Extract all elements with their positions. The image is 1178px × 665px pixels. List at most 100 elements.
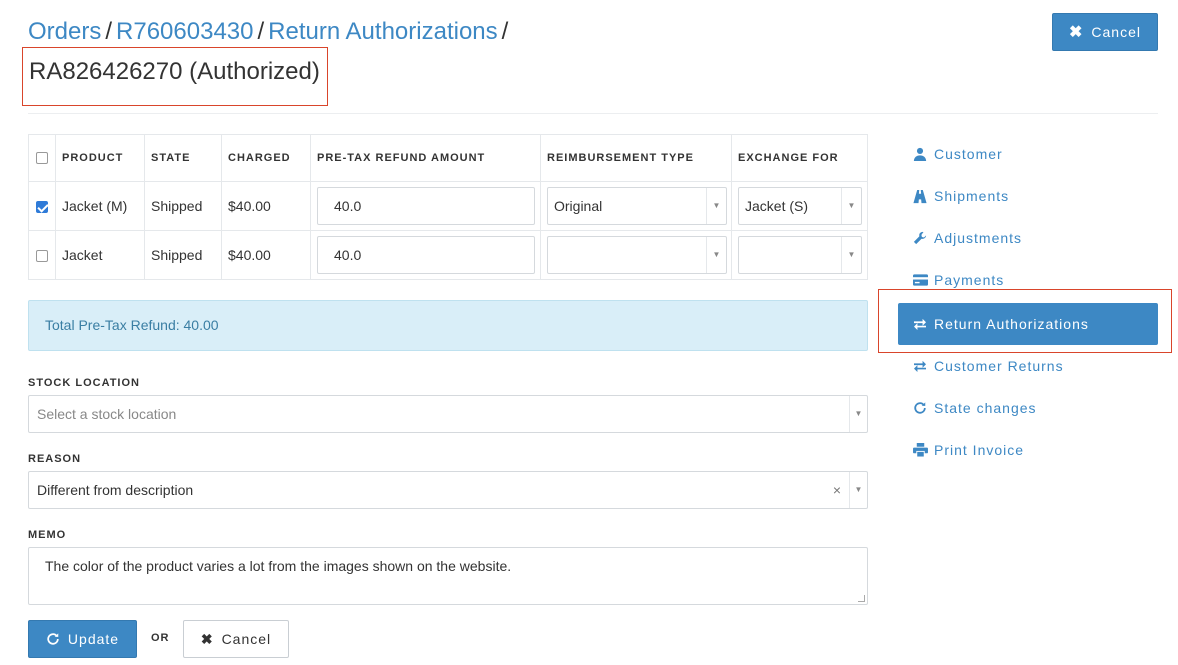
total-refund-alert: Total Pre-Tax Refund: 40.00	[28, 300, 868, 351]
sidebar-item-label: Return Authorizations	[934, 316, 1089, 332]
sidebar-item-label: Adjustments	[934, 230, 1023, 246]
refresh-icon	[912, 401, 928, 415]
page-title: RA826426270 (Authorized)	[29, 58, 320, 85]
state-cell: Shipped	[144, 181, 222, 231]
sidebar-item-label: Customer Returns	[934, 358, 1064, 374]
select-all-checkbox[interactable]	[36, 152, 48, 165]
header-divider	[28, 113, 1158, 114]
row-select-cell	[28, 230, 56, 280]
col-refund-amount: PRE-TAX REFUND AMOUNT	[310, 134, 541, 182]
reimbursement-type-select[interactable]: Original ▼	[547, 187, 727, 225]
credit-card-icon	[912, 274, 928, 286]
refund-cell: 40.0	[310, 230, 541, 280]
sidebar-item-label: Payments	[934, 272, 1005, 288]
reason-value: Different from description	[37, 482, 194, 498]
col-product: PRODUCT	[55, 134, 145, 182]
order-sidebar-nav: Customer Shipments Adjustments Payments …	[898, 133, 1158, 471]
chevron-down-icon: ▼	[706, 188, 726, 224]
refund-amount-input[interactable]: 40.0	[317, 236, 535, 274]
sidebar-item-label: Print Invoice	[934, 442, 1025, 458]
charged-cell: $40.00	[221, 181, 311, 231]
sidebar-item-return-authorizations[interactable]: Return Authorizations	[898, 303, 1158, 345]
clear-icon[interactable]: ×	[833, 472, 841, 508]
memo-textarea[interactable]: The color of the product varies a lot fr…	[28, 547, 868, 605]
sidebar-item-adjustments[interactable]: Adjustments	[898, 217, 1158, 259]
update-button[interactable]: Update	[28, 620, 137, 658]
return-items-table: PRODUCT STATE CHARGED PRE-TAX REFUND AMO…	[28, 134, 868, 280]
breadcrumb-return-authorizations-link[interactable]: Return Authorizations	[268, 18, 497, 45]
sidebar-item-label: State changes	[934, 400, 1037, 416]
reimbursement-type-value: Original	[554, 198, 603, 214]
page-title-highlight: RA826426270 (Authorized)	[22, 47, 328, 106]
transfer-icon	[912, 360, 928, 372]
stock-location-select[interactable]: Select a stock location ▼	[28, 395, 868, 433]
stock-location-label: STOCK LOCATION	[28, 377, 140, 389]
exchange-cell: ▼	[731, 230, 868, 280]
sidebar-item-label: Shipments	[934, 188, 1010, 204]
sidebar-item-print-invoice[interactable]: Print Invoice	[898, 429, 1158, 471]
user-icon	[912, 147, 928, 161]
product-cell: Jacket	[55, 230, 145, 280]
select-all-cell	[28, 134, 56, 182]
refresh-icon	[47, 633, 59, 645]
breadcrumb-separator: /	[257, 18, 265, 45]
stock-location-placeholder: Select a stock location	[37, 406, 177, 422]
breadcrumb-order-link[interactable]: R760603430	[116, 18, 253, 45]
resize-handle-icon[interactable]	[858, 595, 865, 602]
sidebar-item-customer[interactable]: Customer	[898, 133, 1158, 175]
breadcrumb: Orders / R760603430/Return Authorizations /	[28, 16, 1158, 48]
row-checkbox[interactable]	[36, 250, 48, 263]
chevron-down-icon: ▼	[849, 396, 867, 432]
reimbursement-cell: ▼	[540, 230, 732, 280]
exchange-for-value: Jacket (S)	[745, 198, 809, 214]
cancel-button[interactable]: ✖ Cancel	[183, 620, 289, 658]
close-icon: ✖	[1069, 24, 1084, 41]
product-cell: Jacket (M)	[55, 181, 145, 231]
top-cancel-button[interactable]: ✖ Cancel	[1052, 13, 1158, 51]
page-header: Orders / R760603430/Return Authorizations /…	[22, 16, 1158, 106]
transfer-icon	[912, 318, 928, 330]
chevron-down-icon: ▼	[706, 237, 726, 273]
col-exchange-for: EXCHANGE FOR	[731, 134, 868, 182]
cancel-label: Cancel	[221, 631, 272, 647]
refund-amount-input[interactable]: 40.0	[317, 187, 535, 225]
wrench-icon	[912, 231, 928, 245]
reimbursement-cell: Original ▼	[540, 181, 732, 231]
chevron-down-icon: ▼	[841, 237, 861, 273]
close-icon: ✖	[200, 630, 214, 647]
breadcrumb-separator: /	[105, 18, 113, 45]
chevron-down-icon: ▼	[849, 472, 867, 508]
reimbursement-type-select[interactable]: ▼	[547, 236, 727, 274]
print-icon	[912, 443, 928, 457]
sidebar-item-payments[interactable]: Payments	[898, 259, 1158, 301]
table-row: Jacket Shipped $40.00 40.0 ▼ ▼	[28, 230, 868, 280]
top-cancel-label: Cancel	[1091, 24, 1141, 40]
exchange-for-select[interactable]: Jacket (S) ▼	[738, 187, 862, 225]
reason-select[interactable]: Different from description × ▼	[28, 471, 868, 509]
row-select-cell	[28, 181, 56, 231]
road-icon	[912, 189, 928, 204]
col-reimbursement-type: REIMBURSEMENT TYPE	[540, 134, 732, 182]
sidebar-item-state-changes[interactable]: State changes	[898, 387, 1158, 429]
table-header-row: PRODUCT STATE CHARGED PRE-TAX REFUND AMO…	[28, 134, 868, 182]
or-text: OR	[151, 632, 170, 644]
breadcrumb-orders-link[interactable]: Orders	[28, 18, 101, 45]
memo-label: MEMO	[28, 529, 67, 541]
chevron-down-icon: ▼	[841, 188, 861, 224]
refund-cell: 40.0	[310, 181, 541, 231]
exchange-cell: Jacket (S) ▼	[731, 181, 868, 231]
update-label: Update	[67, 631, 120, 647]
reason-label: REASON	[28, 453, 82, 465]
sidebar-item-shipments[interactable]: Shipments	[898, 175, 1158, 217]
exchange-for-select[interactable]: ▼	[738, 236, 862, 274]
col-state: STATE	[144, 134, 222, 182]
sidebar-item-customer-returns[interactable]: Customer Returns	[898, 345, 1158, 387]
row-checkbox[interactable]	[36, 201, 48, 214]
charged-cell: $40.00	[221, 230, 311, 280]
memo-text: The color of the product varies a lot fr…	[45, 558, 512, 574]
col-charged: CHARGED	[221, 134, 311, 182]
breadcrumb-separator: /	[501, 18, 509, 45]
sidebar-item-label: Customer	[934, 146, 1003, 162]
state-cell: Shipped	[144, 230, 222, 280]
table-row: Jacket (M) Shipped $40.00 40.0 Original ▼…	[28, 181, 868, 231]
